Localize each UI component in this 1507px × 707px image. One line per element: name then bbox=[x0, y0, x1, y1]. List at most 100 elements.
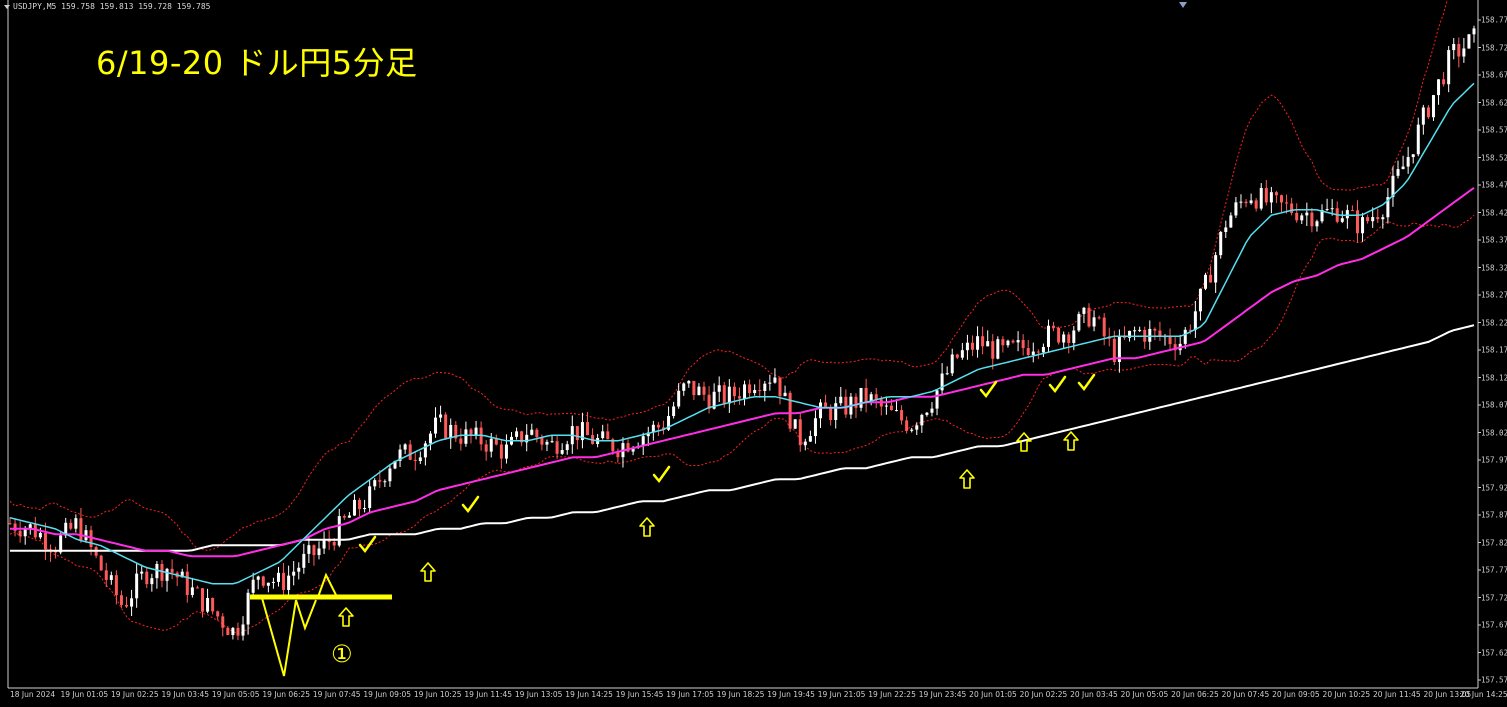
candle-body bbox=[1361, 217, 1365, 234]
x-tick-label: 20 Jun 05:05 bbox=[1120, 690, 1169, 699]
candle-body bbox=[418, 457, 422, 462]
candle-body bbox=[945, 373, 949, 375]
candle-body bbox=[1330, 208, 1334, 210]
candle-body bbox=[428, 433, 432, 444]
candle-body bbox=[864, 387, 868, 402]
candle-body bbox=[1006, 340, 1010, 346]
candle-body bbox=[383, 481, 387, 483]
candle-body bbox=[1366, 217, 1370, 222]
candle-body bbox=[499, 444, 503, 459]
candle-body bbox=[1102, 317, 1106, 337]
y-tick-label: 158.175 bbox=[1481, 345, 1507, 355]
candle-body bbox=[69, 522, 73, 529]
y-tick-label: 158.475 bbox=[1481, 180, 1507, 190]
candle-body bbox=[981, 336, 985, 347]
y-tick-label: 158.625 bbox=[1481, 98, 1507, 107]
candle-body bbox=[1355, 210, 1359, 234]
x-tick-label: 20 Jun 11:45 bbox=[1373, 690, 1421, 699]
y-tick-label: 158.325 bbox=[1481, 263, 1507, 272]
candle-body bbox=[737, 396, 741, 399]
candle-body bbox=[1031, 351, 1035, 355]
candle-body bbox=[803, 441, 807, 446]
candle-body bbox=[145, 571, 149, 585]
candle-body bbox=[920, 414, 924, 426]
candle-body bbox=[854, 396, 858, 408]
candle-body bbox=[606, 431, 610, 440]
candle-body bbox=[1295, 212, 1299, 221]
candle-body bbox=[1300, 215, 1304, 221]
candle-body bbox=[38, 533, 42, 538]
y-tick-label: 157.975 bbox=[1481, 455, 1507, 465]
candle-body bbox=[13, 523, 17, 531]
y-tick-label: 158.375 bbox=[1481, 235, 1507, 245]
candle-body bbox=[282, 572, 286, 590]
x-tick-label: 19 Jun 05:05 bbox=[211, 690, 260, 699]
candle-body bbox=[489, 438, 493, 452]
candle-body bbox=[884, 405, 888, 407]
candle-body bbox=[575, 426, 579, 441]
dropdown-triangle-icon[interactable] bbox=[4, 4, 10, 9]
candle-body bbox=[1350, 210, 1354, 212]
chart-shift-marker-icon[interactable] bbox=[1179, 2, 1187, 8]
candle-body bbox=[1153, 328, 1157, 331]
candle-body bbox=[140, 571, 144, 574]
y-tick-label: 157.625 bbox=[1481, 648, 1507, 657]
candle-body bbox=[834, 403, 838, 421]
x-tick-label: 19 Jun 21:05 bbox=[817, 690, 866, 699]
candle-body bbox=[1036, 351, 1040, 353]
candle-body bbox=[1264, 187, 1268, 203]
candle-body bbox=[1437, 79, 1441, 96]
candle-body bbox=[342, 516, 346, 518]
candle-body bbox=[1001, 339, 1005, 346]
candle-body bbox=[844, 396, 848, 415]
candle-body bbox=[494, 438, 498, 445]
candle-body bbox=[119, 595, 123, 605]
candle-body bbox=[743, 384, 747, 399]
candle-body bbox=[1406, 157, 1410, 167]
candle-body bbox=[449, 424, 453, 439]
candle-body bbox=[434, 417, 438, 434]
candle-body bbox=[1315, 221, 1319, 227]
candle-body bbox=[930, 408, 934, 413]
candle-body bbox=[160, 564, 164, 581]
x-tick-label: 19 Jun 07:45 bbox=[312, 690, 361, 699]
candle-body bbox=[935, 390, 939, 409]
candle-body bbox=[1259, 187, 1263, 209]
candle-body bbox=[1290, 203, 1294, 213]
candle-body bbox=[889, 405, 893, 411]
candle-body bbox=[717, 385, 721, 392]
candle-body bbox=[1249, 200, 1253, 204]
candle-body bbox=[18, 530, 22, 537]
x-tick-label: 19 Jun 15:45 bbox=[615, 690, 664, 699]
candle-body bbox=[1214, 255, 1218, 283]
candle-body bbox=[722, 385, 726, 404]
candle-body bbox=[368, 486, 372, 508]
candle-body bbox=[388, 468, 392, 482]
candle-body bbox=[1325, 209, 1329, 211]
candle-body bbox=[585, 422, 589, 436]
candle-body bbox=[656, 424, 660, 428]
candle-body bbox=[1193, 311, 1197, 330]
candle-body bbox=[692, 380, 696, 396]
candle-body bbox=[748, 384, 752, 394]
candle-body bbox=[672, 406, 676, 417]
candle-body bbox=[413, 459, 417, 462]
candle-body bbox=[960, 350, 964, 358]
candle-body bbox=[221, 616, 225, 628]
candle-body bbox=[1447, 50, 1451, 85]
candle-body bbox=[1046, 325, 1050, 347]
x-tick-label: 19 Jun 19:45 bbox=[767, 690, 815, 699]
candle-body bbox=[266, 582, 270, 586]
candle-body bbox=[1274, 192, 1278, 196]
y-tick-label: 157.775 bbox=[1481, 565, 1507, 575]
candle-body bbox=[1310, 212, 1314, 227]
candle-body bbox=[1285, 202, 1289, 204]
candle-body bbox=[950, 354, 954, 374]
candle-body bbox=[109, 575, 113, 580]
candle-body bbox=[515, 431, 519, 437]
y-tick-label: 158.575 bbox=[1481, 125, 1507, 135]
candle-body bbox=[1462, 48, 1466, 57]
price-chart[interactable] bbox=[0, 0, 1507, 707]
candle-body bbox=[798, 419, 802, 446]
x-tick-label: 19 Jun 18:25 bbox=[716, 690, 765, 699]
